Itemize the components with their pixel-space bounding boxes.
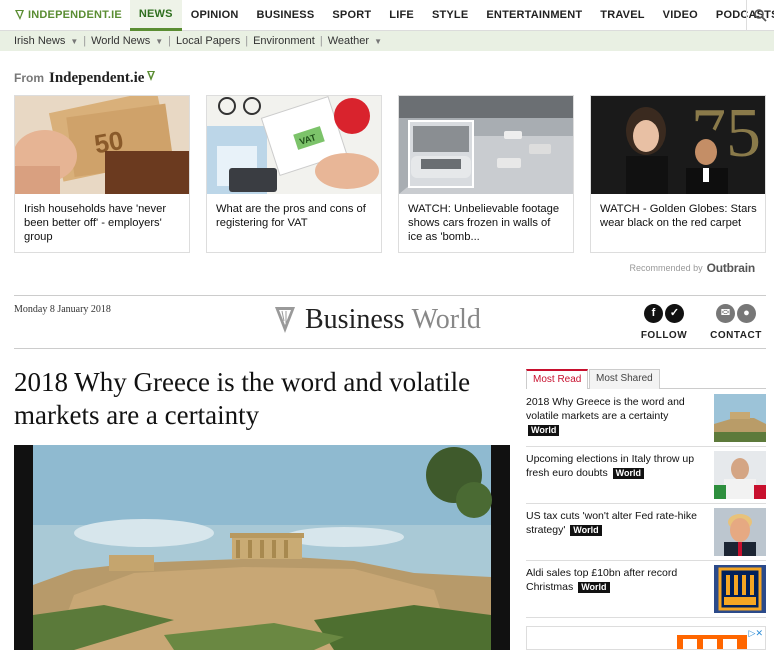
recommended-card[interactable]: VAT What are the pros and cons of regist… bbox=[206, 95, 382, 253]
person-icon[interactable]: ● bbox=[737, 304, 756, 323]
brand-name: INDEPENDENT.IE bbox=[28, 9, 122, 21]
acropolis-image[interactable] bbox=[14, 445, 510, 650]
close-ad-icon[interactable]: ▷✕ bbox=[749, 628, 763, 639]
sub-navigation: Irish News ▼ | World News ▼ | Local Papers… bbox=[0, 31, 774, 51]
outbrain-logo: Outbrain bbox=[706, 261, 756, 275]
divider: | bbox=[319, 35, 323, 47]
list-item-text: Aldi sales top £10bn after record Christ… bbox=[526, 566, 704, 594]
vat-desk-image: VAT bbox=[207, 96, 381, 194]
aldi-thumbnail bbox=[714, 565, 766, 613]
search-icon bbox=[754, 9, 767, 22]
subnav-irish-news[interactable]: Irish News ▼ bbox=[14, 35, 78, 47]
recommended-header: From Independent.ie bbox=[14, 70, 156, 87]
frozen-cars-image bbox=[399, 96, 573, 194]
follow-group: f ✓ FOLLOW bbox=[640, 303, 688, 341]
category-badge[interactable]: World bbox=[528, 425, 560, 436]
chevron-down-icon: ▼ bbox=[155, 36, 164, 46]
divider: | bbox=[83, 35, 87, 47]
outbrain-attribution[interactable]: Recommended by Outbrain bbox=[629, 261, 756, 275]
list-item[interactable]: Upcoming elections in Italy throw up fre… bbox=[526, 447, 766, 504]
category-badge[interactable]: World bbox=[570, 525, 602, 536]
divider: | bbox=[168, 35, 171, 47]
list-item[interactable]: Aldi sales top £10bn after record Christ… bbox=[526, 561, 766, 618]
tab-most-shared[interactable]: Most Shared bbox=[589, 369, 660, 389]
most-read-tabs: Most Read Most Shared bbox=[526, 367, 766, 389]
search-button[interactable] bbox=[746, 0, 774, 31]
subnav-label: Weather bbox=[327, 35, 370, 47]
euro-wallet-image: 50 bbox=[15, 96, 189, 194]
contact-group: ✉ ● CONTACT bbox=[708, 303, 764, 341]
subnav-label: World News bbox=[91, 35, 151, 47]
harp-icon bbox=[147, 71, 156, 81]
chevron-down-icon: ▼ bbox=[374, 36, 382, 46]
from-label: From bbox=[14, 71, 44, 85]
recommended-by-label: Recommended by bbox=[629, 263, 703, 273]
facebook-icon[interactable]: f bbox=[644, 304, 663, 323]
list-item[interactable]: 2018 Why Greece is the word and volatile… bbox=[526, 390, 766, 447]
card-text: WATCH - Golden Globes: Stars wear black … bbox=[600, 203, 757, 229]
list-item-title: US tax cuts 'won't alter Fed rate-hike s… bbox=[526, 510, 697, 536]
nav-item-style[interactable]: STYLE bbox=[423, 0, 477, 31]
harp-icon bbox=[15, 10, 24, 20]
nav-item-news[interactable]: NEWS bbox=[129, 0, 182, 31]
subnav-environment[interactable]: Environment bbox=[253, 35, 315, 47]
subnav-label: Local Papers bbox=[176, 35, 241, 47]
subnav-label: Irish News bbox=[14, 35, 66, 47]
ad-banner bbox=[527, 627, 765, 649]
subnav-label: Environment bbox=[253, 35, 315, 47]
trump-thumbnail bbox=[714, 508, 766, 556]
article-headline[interactable]: 2018 Why Greece is the word and volatile… bbox=[14, 366, 494, 432]
golden-globes-image: 75 bbox=[591, 96, 765, 194]
recommended-cards: 50 Irish households have 'never been bet… bbox=[14, 95, 766, 253]
divider: | bbox=[245, 35, 249, 47]
date-label: Monday 8 January 2018 bbox=[14, 304, 111, 315]
top-navigation: INDEPENDENT.IE NEWS OPINION BUSINESS SPO… bbox=[0, 0, 774, 31]
twitter-icon[interactable]: ✓ bbox=[665, 304, 684, 323]
list-item-title: Upcoming elections in Italy throw up fre… bbox=[526, 453, 695, 479]
chevron-down-icon: ▼ bbox=[70, 36, 79, 46]
list-item-text: Upcoming elections in Italy throw up fre… bbox=[526, 452, 704, 480]
nav-item-business[interactable]: BUSINESS bbox=[248, 0, 324, 31]
nav-item-video[interactable]: VIDEO bbox=[654, 0, 707, 31]
section-title: Business World bbox=[273, 304, 481, 336]
nav-item-opinion[interactable]: OPINION bbox=[182, 0, 248, 31]
source-logo: Independent.ie bbox=[49, 70, 145, 86]
nav-item-sport[interactable]: SPORT bbox=[323, 0, 380, 31]
recommended-card[interactable]: WATCH: Unbelievable footage shows cars f… bbox=[398, 95, 574, 253]
politician-thumbnail bbox=[714, 451, 766, 499]
card-text: Irish households have 'never been better… bbox=[24, 203, 167, 243]
nav-item-life[interactable]: LIFE bbox=[380, 0, 423, 31]
email-icon[interactable]: ✉ bbox=[716, 304, 735, 323]
recommended-card[interactable]: 50 Irish households have 'never been bet… bbox=[14, 95, 190, 253]
card-text: WATCH: Unbelievable footage shows cars f… bbox=[408, 203, 560, 243]
section-title-main: Business bbox=[305, 304, 405, 335]
list-item[interactable]: US tax cuts 'won't alter Fed rate-hike s… bbox=[526, 504, 766, 561]
recommended-card[interactable]: 75 WATCH - Golden Globes: Stars wear bla… bbox=[590, 95, 766, 253]
list-item-title: 2018 Why Greece is the word and volatile… bbox=[526, 396, 685, 422]
contact-label: CONTACT bbox=[710, 330, 762, 341]
subnav-weather[interactable]: Weather ▼ bbox=[328, 35, 382, 47]
subnav-world-news[interactable]: World News ▼ bbox=[91, 35, 163, 47]
list-item-text: 2018 Why Greece is the word and volatile… bbox=[526, 395, 704, 437]
advertisement[interactable]: ▷✕ bbox=[526, 626, 766, 650]
category-badge[interactable]: World bbox=[578, 582, 610, 593]
nav-item-travel[interactable]: TRAVEL bbox=[591, 0, 653, 31]
tab-most-read[interactable]: Most Read bbox=[526, 369, 589, 389]
card-text: What are the pros and cons of registerin… bbox=[216, 203, 366, 229]
section-title-sub: World bbox=[411, 304, 481, 335]
list-item-text: US tax cuts 'won't alter Fed rate-hike s… bbox=[526, 509, 704, 537]
section-header: Monday 8 January 2018 Business World f ✓ … bbox=[14, 295, 766, 349]
category-badge[interactable]: World bbox=[612, 468, 644, 479]
nav-item-entertainment[interactable]: ENTERTAINMENT bbox=[477, 0, 591, 31]
follow-label: FOLLOW bbox=[640, 330, 688, 341]
harp-icon bbox=[275, 307, 295, 333]
subnav-local-papers[interactable]: Local Papers bbox=[176, 35, 240, 47]
site-logo[interactable]: INDEPENDENT.IE bbox=[0, 0, 130, 31]
acropolis-thumbnail bbox=[714, 394, 766, 442]
